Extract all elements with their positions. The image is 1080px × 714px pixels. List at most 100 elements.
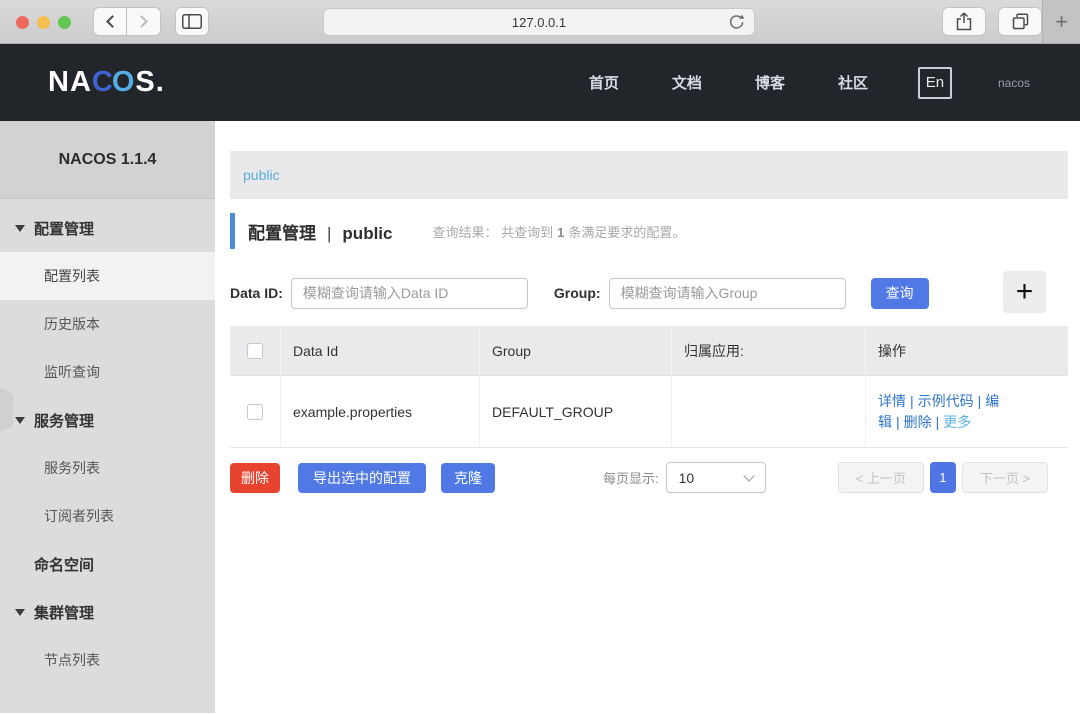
table-header: Data Id Group 归属应用: 操作 [230, 326, 1068, 376]
triangle-down-icon [15, 609, 25, 616]
result-prefix: 查询结果： 共查询到 [432, 225, 553, 240]
sidebar-item-service-management[interactable]: 服务管理 [0, 396, 215, 444]
sidebar-collapse-handle[interactable] [0, 387, 13, 433]
logo-text-s: S. [135, 66, 164, 98]
main-content: public 配置管理|public 查询结果： 共查询到1条满足要求的配置。 … [215, 121, 1080, 713]
action-separator: | [978, 393, 982, 409]
header-checkbox-cell [230, 326, 281, 375]
nacos-logo[interactable]: NACOS. [48, 66, 165, 99]
chevron-left-icon [106, 15, 119, 28]
reload-icon[interactable] [728, 13, 745, 32]
sidebar-item-listening-query[interactable]: 监听查询 [0, 348, 215, 396]
row-actions: 详情|示例代码|编辑|删除|更多 [878, 391, 1020, 433]
plus-icon: + [1055, 9, 1068, 35]
row-checkbox[interactable] [247, 404, 263, 420]
action-separator: | [910, 393, 914, 409]
logo-text-c: C [92, 66, 114, 98]
action-detail-link[interactable]: 详情 [878, 393, 906, 409]
nav-item-docs[interactable]: 文档 [672, 72, 702, 93]
page-title-namespace: public [342, 224, 392, 243]
new-tab-button[interactable]: + [1042, 0, 1080, 43]
minimize-window-button[interactable] [37, 16, 50, 29]
query-button[interactable]: 查询 [871, 278, 929, 309]
add-config-button[interactable]: + [1003, 271, 1046, 313]
tab-overview-button[interactable] [998, 7, 1042, 36]
delete-button[interactable]: 删除 [230, 463, 280, 493]
action-delete-link[interactable]: 删除 [904, 414, 932, 430]
select-all-checkbox[interactable] [247, 343, 263, 359]
row-checkbox-cell [230, 376, 281, 447]
sidebar: NACOS 1.1.4 配置管理 配置列表 历史版本 监听查询 服务管理 服务列… [0, 121, 215, 713]
chevron-right-icon [135, 15, 148, 28]
sidebar-item-label: 命名空间 [34, 554, 94, 575]
language-toggle-button[interactable]: En [918, 67, 952, 99]
sidebar-item-label: 配置列表 [44, 266, 100, 286]
cell-actions: 详情|示例代码|编辑|删除|更多 [866, 376, 1068, 447]
logo-text-o: O [112, 66, 136, 98]
next-page-button[interactable]: 下一页 > [962, 462, 1048, 493]
page-size-select[interactable]: 10 [666, 462, 766, 493]
title-accent-bar [230, 213, 235, 249]
sidebar-icon [182, 14, 202, 29]
share-button[interactable] [942, 7, 986, 36]
column-group: Group [480, 326, 672, 375]
column-actions: 操作 [866, 326, 1068, 375]
result-summary: 查询结果： 共查询到 1 条满足要求的配置。 [432, 222, 685, 241]
close-window-button[interactable] [16, 16, 29, 29]
tabs-icon [1012, 13, 1029, 30]
account-label[interactable]: nacos [998, 76, 1030, 90]
action-sample-code-link[interactable]: 示例代码 [918, 393, 974, 409]
action-separator: | [936, 414, 940, 430]
sidebar-item-config-list[interactable]: 配置列表 [0, 252, 215, 300]
sidebar-menu: 配置管理 配置列表 历史版本 监听查询 服务管理 服务列表 订阅者列表 命 [0, 199, 215, 684]
logo-text-na: NA [48, 66, 92, 98]
table-row: example.properties DEFAULT_GROUP 详情|示例代码… [230, 376, 1068, 448]
action-separator: | [896, 414, 900, 430]
sidebar-item-namespace[interactable]: 命名空间 [0, 540, 215, 588]
group-input[interactable] [609, 278, 846, 309]
sidebar-item-service-list[interactable]: 服务列表 [0, 444, 215, 492]
forward-button[interactable] [127, 7, 161, 36]
nav-item-blog[interactable]: 博客 [755, 72, 785, 93]
sidebar-item-cluster-management[interactable]: 集群管理 [0, 588, 215, 636]
column-data-id: Data Id [281, 326, 480, 375]
page-number-1[interactable]: 1 [930, 462, 956, 493]
sidebar-item-history-versions[interactable]: 历史版本 [0, 300, 215, 348]
address-bar[interactable]: 127.0.0.1 [323, 8, 755, 36]
nav-item-community[interactable]: 社区 [838, 72, 868, 93]
app-navbar: NACOS. 首页 文档 博客 社区 En nacos [0, 44, 1080, 121]
sidebar-item-label: 历史版本 [44, 314, 100, 334]
page-size-label: 每页显示: [603, 468, 659, 487]
sidebar-toggle-button[interactable] [175, 7, 209, 36]
action-more-link[interactable]: 更多 [943, 414, 971, 430]
sidebar-item-label: 集群管理 [34, 602, 94, 623]
back-button[interactable] [93, 7, 127, 36]
page-size-value: 10 [679, 470, 695, 486]
nav-item-home[interactable]: 首页 [589, 72, 619, 93]
result-count: 1 [557, 225, 564, 240]
cell-group: DEFAULT_GROUP [480, 376, 672, 447]
clone-button[interactable]: 克隆 [441, 463, 495, 493]
namespace-tab-public[interactable]: public [243, 167, 280, 183]
pagination: < 上一页 1 下一页 > [838, 462, 1048, 493]
sidebar-item-subscriber-list[interactable]: 订阅者列表 [0, 492, 215, 540]
search-row: Data ID: Group: 查询 + [230, 271, 1068, 315]
sidebar-item-label: 节点列表 [44, 650, 100, 670]
sidebar-item-node-list[interactable]: 节点列表 [0, 636, 215, 684]
triangle-down-icon [15, 417, 25, 424]
zoom-window-button[interactable] [58, 16, 71, 29]
column-app: 归属应用: [672, 326, 866, 375]
window-controls [16, 16, 71, 29]
table-footer: 删除 导出选中的配置 克隆 每页显示: 10 < 上一页 1 下一页 > [230, 462, 1068, 493]
page-title-text: 配置管理 [248, 224, 316, 243]
prev-page-button[interactable]: < 上一页 [838, 462, 924, 493]
page-layout: NACOS 1.1.4 配置管理 配置列表 历史版本 监听查询 服务管理 服务列… [0, 121, 1080, 713]
config-table: Data Id Group 归属应用: 操作 example.propertie… [230, 326, 1068, 448]
page-title: 配置管理|public [248, 219, 392, 244]
result-suffix: 条满足要求的配置。 [568, 225, 685, 240]
export-selected-button[interactable]: 导出选中的配置 [298, 463, 426, 493]
group-label: Group: [554, 285, 601, 301]
sidebar-item-label: 服务管理 [34, 410, 94, 431]
dataid-input[interactable] [291, 278, 528, 309]
sidebar-item-config-management[interactable]: 配置管理 [0, 204, 215, 252]
